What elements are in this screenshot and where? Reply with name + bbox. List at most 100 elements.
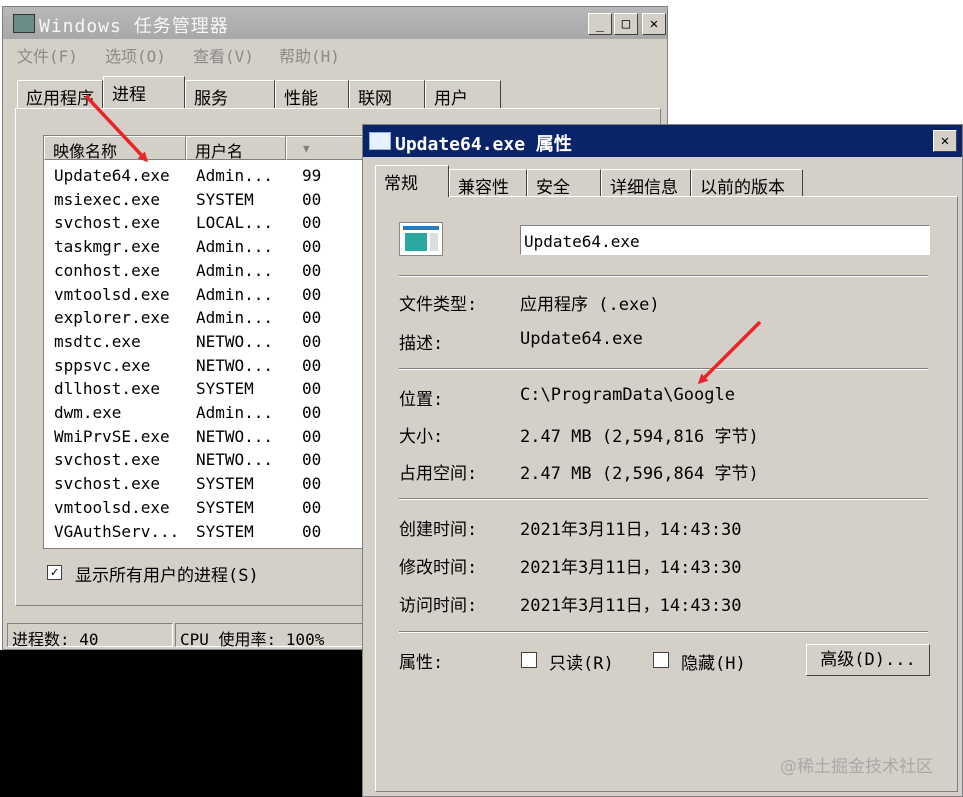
process-name-cell: svchost.exe (54, 213, 160, 233)
location-label: 位置: (399, 390, 444, 410)
tab-details[interactable]: 详细信息 (601, 169, 691, 198)
process-cpu-cell: 00 (302, 403, 322, 422)
description-value: Update64.exe (520, 329, 643, 349)
dialog-title: Update64.exe 属性 (395, 134, 572, 155)
process-cpu-cell: 00 (302, 284, 322, 304)
column-header-cpu[interactable]: ▼ (286, 136, 372, 160)
window-title: Windows 任务管理器 (39, 16, 229, 37)
file-type-label: 文件类型: (399, 295, 478, 315)
process-user-cell: SYSTEM (196, 497, 254, 517)
process-user-cell: SYSTEM (196, 379, 254, 399)
close-button[interactable]: ✕ (642, 13, 666, 35)
size-on-disk-label: 占用空间: (399, 464, 478, 484)
desktop-background (0, 650, 370, 797)
process-name-cell: vmtoolsd.exe (54, 284, 170, 304)
menu-options[interactable]: 选项(O) (105, 43, 166, 67)
separator (399, 368, 928, 370)
show-all-users-checkbox[interactable]: ✓ (47, 565, 62, 580)
hidden-checkbox[interactable] (653, 652, 669, 668)
show-all-users-label: 显示所有用户的进程(S) (75, 566, 259, 586)
process-cpu-cell: 00 (302, 331, 322, 351)
process-user-cell: NETWO... (196, 426, 274, 446)
process-name-cell: conhost.exe (54, 260, 160, 280)
tab-previous-versions[interactable]: 以前的版本 (691, 169, 803, 198)
minimize-button[interactable]: _ (588, 13, 612, 35)
process-cpu-cell: 00 (302, 213, 322, 233)
menu-bar: 文件(F) 选项(O) 查看(V) 帮助(H) (3, 39, 667, 67)
file-type-value: 应用程序 (.exe) (520, 295, 660, 315)
process-list[interactable]: 映像名称 用户名 ▼ Update64.exe Admin... 99 msiexec… (43, 135, 373, 549)
process-name-cell: svchost.exe (54, 474, 160, 494)
process-user-cell: SYSTEM (196, 189, 254, 209)
maximize-icon: □ (621, 16, 631, 32)
process-user-cell: LOCAL... (196, 213, 274, 233)
process-name-cell: msdtc.exe (54, 331, 141, 351)
separator (399, 275, 928, 277)
process-cpu-cell: 00 (302, 426, 322, 446)
process-cpu-cell: 99 (302, 166, 322, 185)
process-name-cell: dwm.exe (54, 403, 122, 422)
readonly-checkbox[interactable] (521, 652, 537, 668)
tab-compatibility[interactable]: 兼容性 (449, 169, 527, 198)
menu-file[interactable]: 文件(F) (17, 43, 78, 67)
tab-applications[interactable]: 应用程序 (17, 80, 103, 109)
tab-networking[interactable]: 联网 (349, 80, 425, 109)
general-panel (375, 196, 958, 792)
modified-label: 修改时间: (399, 558, 478, 578)
status-process-count: 进程数: 40 (7, 623, 173, 649)
process-cpu-cell: 00 (302, 474, 322, 494)
tab-performance[interactable]: 性能 (275, 80, 349, 109)
size-value: 2.47 MB (2,594,816 字节) (520, 427, 759, 447)
process-name-cell: msiexec.exe (54, 189, 160, 209)
close-button[interactable]: ✕ (933, 130, 957, 152)
sort-descending-icon: ▼ (303, 142, 310, 155)
close-icon: ✕ (940, 133, 950, 149)
close-icon: ✕ (649, 16, 659, 32)
properties-dialog: Update64.exe 属性 ✕ 常规 兼容性 安全 详细信息 以前的版本 文… (362, 124, 963, 797)
maximize-button[interactable]: □ (614, 13, 638, 35)
menu-help[interactable]: 帮助(H) (279, 43, 340, 67)
modified-value: 2021年3月11日，14:43:30 (520, 558, 742, 578)
advanced-button[interactable]: 高级(D)... (806, 644, 930, 676)
tab-services[interactable]: 服务 (185, 80, 275, 109)
description-label: 描述: (399, 334, 444, 354)
process-cpu-cell: 00 (302, 521, 322, 541)
properties-titlebar[interactable]: Update64.exe 属性 ✕ (363, 125, 962, 157)
menu-view[interactable]: 查看(V) (193, 43, 254, 67)
process-user-cell: Admin... (196, 308, 274, 328)
process-cpu-cell: 00 (302, 497, 322, 517)
created-value: 2021年3月11日，14:43:30 (520, 520, 742, 540)
process-user-cell: Admin... (196, 260, 274, 280)
created-label: 创建时间: (399, 520, 478, 540)
hidden-label: 隐藏(H) (681, 654, 746, 674)
process-name-cell: sppsvc.exe (54, 355, 151, 375)
task-manager-titlebar[interactable]: Windows 任务管理器 _ □ ✕ (3, 7, 667, 39)
process-name-cell: vmtoolsd.exe (54, 497, 170, 517)
process-user-cell: Admin... (196, 284, 274, 304)
column-header-image-name[interactable]: 映像名称 (44, 136, 186, 161)
file-name-input[interactable] (520, 225, 930, 255)
column-header-user-name[interactable]: 用户名 (186, 136, 286, 161)
process-cpu-cell: 00 (302, 379, 322, 399)
separator (399, 631, 928, 633)
tab-users[interactable]: 用户 (425, 80, 501, 109)
separator (399, 498, 928, 500)
watermark: @稀土掘金技术社区 (780, 757, 933, 777)
tab-security[interactable]: 安全 (527, 169, 601, 198)
process-user-cell: NETWO... (196, 355, 274, 375)
exe-file-icon (369, 132, 391, 150)
size-label: 大小: (399, 427, 444, 447)
process-cpu-cell: 00 (302, 450, 322, 470)
process-name-cell: dllhost.exe (54, 379, 160, 399)
accessed-label: 访问时间: (399, 596, 478, 616)
process-cpu-cell: 00 (302, 237, 322, 257)
location-value: C:\ProgramData\Google (520, 385, 735, 405)
checkmark-icon: ✓ (50, 565, 59, 580)
process-user-cell: NETWO... (196, 450, 274, 470)
process-name-cell: Update64.exe (54, 166, 170, 185)
process-user-cell: NETWO... (196, 331, 274, 351)
tab-general[interactable]: 常规 (375, 165, 449, 197)
tab-processes[interactable]: 进程 (103, 76, 185, 108)
process-cpu-cell: 00 (302, 189, 322, 209)
process-name-cell: taskmgr.exe (54, 237, 160, 257)
